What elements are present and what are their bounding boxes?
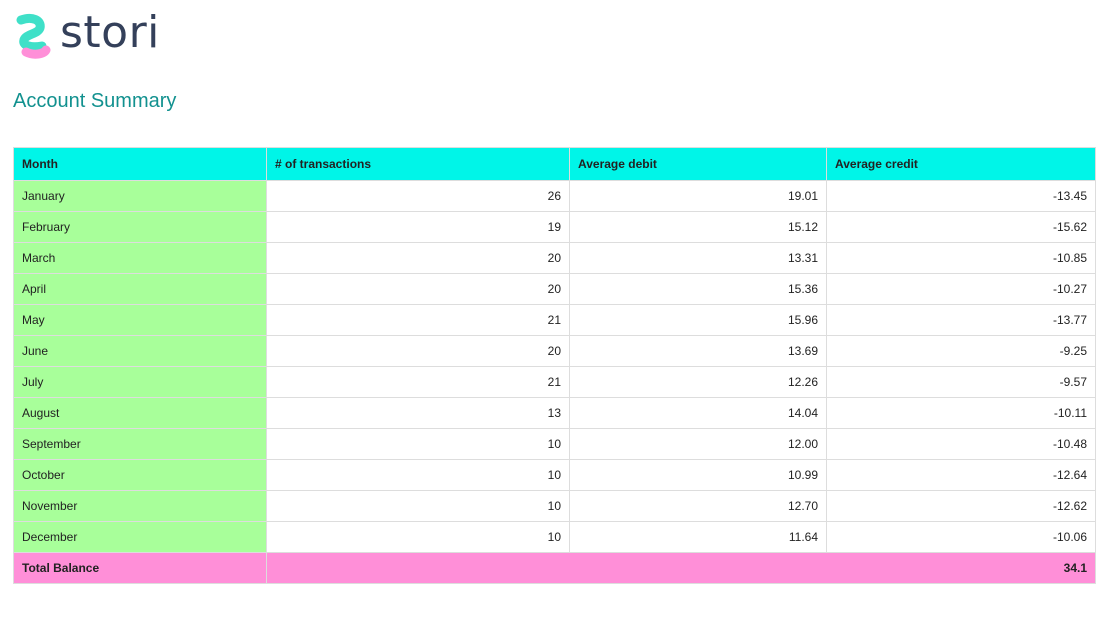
table-row: May 21 15.96 -13.77 bbox=[13, 304, 1096, 336]
table-row: April 20 15.36 -10.27 bbox=[13, 273, 1096, 305]
average-debit-cell: 13.31 bbox=[569, 242, 827, 274]
month-cell: February bbox=[13, 211, 267, 243]
table-row: July 21 12.26 -9.57 bbox=[13, 366, 1096, 398]
table-row: October 10 10.99 -12.64 bbox=[13, 459, 1096, 491]
transactions-cell: 21 bbox=[266, 366, 570, 398]
average-debit-cell: 13.69 bbox=[569, 335, 827, 367]
average-debit-cell: 10.99 bbox=[569, 459, 827, 491]
average-credit-cell: -13.77 bbox=[826, 304, 1096, 336]
transactions-cell: 20 bbox=[266, 335, 570, 367]
table-header-row: Month # of transactions Average debit Av… bbox=[13, 147, 1096, 181]
transactions-cell: 19 bbox=[266, 211, 570, 243]
table-row: November 10 12.70 -12.62 bbox=[13, 490, 1096, 522]
average-debit-cell: 12.26 bbox=[569, 366, 827, 398]
month-cell: July bbox=[13, 366, 267, 398]
average-credit-cell: -12.64 bbox=[826, 459, 1096, 491]
column-header-month: Month bbox=[13, 147, 267, 181]
page-title: Account Summary bbox=[13, 90, 177, 112]
column-header-average-credit: Average credit bbox=[826, 147, 1096, 181]
table-row: March 20 13.31 -10.85 bbox=[13, 242, 1096, 274]
month-cell: August bbox=[13, 397, 267, 429]
month-cell: January bbox=[13, 180, 267, 212]
transactions-cell: 10 bbox=[266, 521, 570, 553]
table-row: June 20 13.69 -9.25 bbox=[13, 335, 1096, 367]
transactions-cell: 26 bbox=[266, 180, 570, 212]
table-row: February 19 15.12 -15.62 bbox=[13, 211, 1096, 243]
average-debit-cell: 11.64 bbox=[569, 521, 827, 553]
month-cell: June bbox=[13, 335, 267, 367]
table-row: August 13 14.04 -10.11 bbox=[13, 397, 1096, 429]
average-credit-cell: -10.06 bbox=[826, 521, 1096, 553]
month-cell: October bbox=[13, 459, 267, 491]
transactions-cell: 10 bbox=[266, 490, 570, 522]
average-credit-cell: -9.25 bbox=[826, 335, 1096, 367]
average-debit-cell: 15.36 bbox=[569, 273, 827, 305]
average-credit-cell: -13.45 bbox=[826, 180, 1096, 212]
average-debit-cell: 15.12 bbox=[569, 211, 827, 243]
table-row: December 10 11.64 -10.06 bbox=[13, 521, 1096, 553]
transactions-cell: 20 bbox=[266, 273, 570, 305]
average-credit-cell: -9.57 bbox=[826, 366, 1096, 398]
table-body: January 26 19.01 -13.45 February 19 15.12 -15.6… bbox=[13, 180, 1096, 553]
total-balance-value: 34.1 bbox=[266, 552, 1096, 584]
month-cell: September bbox=[13, 428, 267, 460]
logo-text: stori bbox=[60, 6, 160, 58]
average-debit-cell: 12.00 bbox=[569, 428, 827, 460]
transactions-cell: 10 bbox=[266, 459, 570, 491]
stori-logo: stori bbox=[12, 7, 160, 60]
average-debit-cell: 19.01 bbox=[569, 180, 827, 212]
average-debit-cell: 12.70 bbox=[569, 490, 827, 522]
average-credit-cell: -10.27 bbox=[826, 273, 1096, 305]
average-debit-cell: 14.04 bbox=[569, 397, 827, 429]
column-header-average-debit: Average debit bbox=[569, 147, 827, 181]
month-cell: May bbox=[13, 304, 267, 336]
transactions-cell: 21 bbox=[266, 304, 570, 336]
average-credit-cell: -15.62 bbox=[826, 211, 1096, 243]
average-credit-cell: -10.85 bbox=[826, 242, 1096, 274]
stori-logo-mark-icon bbox=[16, 13, 51, 59]
transactions-cell: 10 bbox=[266, 428, 570, 460]
column-header-transactions: # of transactions bbox=[266, 147, 570, 181]
table-row: September 10 12.00 -10.48 bbox=[13, 428, 1096, 460]
account-summary-table: Month # of transactions Average debit Av… bbox=[13, 147, 1096, 584]
month-cell: December bbox=[13, 521, 267, 553]
month-cell: March bbox=[13, 242, 267, 274]
transactions-cell: 13 bbox=[266, 397, 570, 429]
total-balance-label: Total Balance bbox=[13, 552, 267, 584]
average-credit-cell: -10.48 bbox=[826, 428, 1096, 460]
average-debit-cell: 15.96 bbox=[569, 304, 827, 336]
average-credit-cell: -12.62 bbox=[826, 490, 1096, 522]
transactions-cell: 20 bbox=[266, 242, 570, 274]
table-row: January 26 19.01 -13.45 bbox=[13, 180, 1096, 212]
total-balance-row: Total Balance 34.1 bbox=[13, 552, 1096, 584]
average-credit-cell: -10.11 bbox=[826, 397, 1096, 429]
month-cell: April bbox=[13, 273, 267, 305]
month-cell: November bbox=[13, 490, 267, 522]
